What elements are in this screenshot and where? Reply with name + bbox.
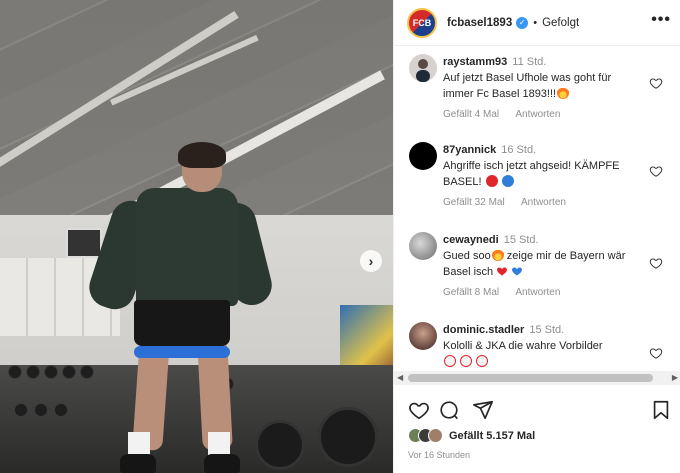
chevron-right-icon: › xyxy=(368,253,374,269)
post-photo: › xyxy=(0,0,393,473)
weight-plate xyxy=(318,407,378,467)
comment-likes[interactable]: Gefällt 32 Mal xyxy=(443,197,505,208)
clown-face-icon xyxy=(444,355,456,367)
more-options-icon[interactable]: ••• xyxy=(651,11,671,29)
athlete-shoe xyxy=(204,454,240,473)
commenter-avatar[interactable] xyxy=(409,232,437,260)
share-paper-plane-icon[interactable] xyxy=(472,399,494,421)
reply-button[interactable]: Antworten xyxy=(515,109,560,120)
next-photo-button[interactable]: › xyxy=(360,250,382,272)
comment-time: 16 Std. xyxy=(501,144,537,156)
comment-body: 87yannick 16 Std. Ahgriffe isch jetzt ah… xyxy=(443,142,643,208)
like-heart-icon[interactable] xyxy=(408,399,430,421)
commenter-avatar[interactable] xyxy=(409,54,437,82)
comment-text: Kololli & JKA die wahre Vorbilder xyxy=(443,340,603,352)
dumbbell xyxy=(54,403,68,417)
resistance-band xyxy=(134,346,230,358)
scroll-left-arrow-icon[interactable]: ◀ xyxy=(397,373,403,382)
like-comment-heart-icon[interactable] xyxy=(649,256,663,270)
comment-text: Ahgriffe isch jetzt ahgseid! KÄMPFE BASE… xyxy=(443,160,620,188)
red-heart-icon xyxy=(497,267,508,276)
comment-time: 11 Std. xyxy=(512,56,547,68)
comment-body: raystamm93 11 Std. Auf jetzt Basel Ufhol… xyxy=(443,54,643,120)
athlete xyxy=(84,140,276,473)
liker-avatar xyxy=(428,428,443,443)
weight-plate xyxy=(255,420,305,470)
like-comment-heart-icon[interactable] xyxy=(649,164,663,178)
scroll-thumb[interactable] xyxy=(408,374,653,382)
comment-username[interactable]: raystamm93 xyxy=(443,56,507,68)
verified-badge-icon: ✓ xyxy=(516,16,529,29)
like-comment-heart-icon[interactable] xyxy=(649,346,663,360)
comment-time: 15 Std. xyxy=(503,234,539,246)
clown-face-icon xyxy=(460,355,473,367)
likes-summary[interactable]: Gefällt 5.157 Mal xyxy=(408,428,535,443)
post-side-panel: FCB fcbasel1893 ✓ • Gefolgt ••• raystamm… xyxy=(393,0,680,473)
separator-dot: • xyxy=(533,16,538,29)
post-header: FCB fcbasel1893 ✓ • Gefolgt ••• xyxy=(394,0,680,46)
header-username[interactable]: fcbasel1893 xyxy=(447,17,512,29)
comment-likes[interactable]: Gefällt 4 Mal xyxy=(443,109,499,120)
comment-text: Auf jetzt Basel Ufhole was goht für imme… xyxy=(443,72,612,100)
athlete-shorts xyxy=(134,300,230,346)
athlete-hair xyxy=(178,142,226,168)
blue-circle-icon xyxy=(501,175,514,187)
like-comment-heart-icon[interactable] xyxy=(649,76,663,90)
blue-heart-icon xyxy=(512,267,523,276)
athlete-shoe xyxy=(120,454,156,473)
scroll-right-arrow-icon[interactable]: ▶ xyxy=(672,373,678,382)
dumbbell xyxy=(14,403,28,417)
dumbbell xyxy=(44,365,58,379)
dumbbell xyxy=(80,365,94,379)
comment-body: cewaynedi 15 Std. Gued soo zeige mir de … xyxy=(443,232,643,298)
dumbbell xyxy=(26,365,40,379)
horizontal-scrollbar[interactable]: ◀ ▶ xyxy=(394,371,680,385)
commenter-avatar[interactable] xyxy=(409,142,437,170)
athlete-sock xyxy=(208,432,230,456)
avatar[interactable]: FCB xyxy=(407,7,437,38)
club-logo: FCB xyxy=(412,17,432,28)
bookmark-icon[interactable] xyxy=(650,399,672,421)
following-button[interactable]: Gefolgt xyxy=(542,17,579,29)
comment-likes[interactable]: Gefällt 8 Mal xyxy=(443,287,499,298)
dumbbell xyxy=(8,365,22,379)
comment-body: dominic.stadler 15 Std. Kololli & JKA di… xyxy=(443,322,643,370)
comment-text-start: Gued soo xyxy=(443,250,491,262)
post-actions xyxy=(408,399,669,421)
dumbbell xyxy=(34,403,48,417)
comment-username[interactable]: dominic.stadler xyxy=(443,324,524,336)
athlete-shirt xyxy=(136,188,238,306)
commenter-avatar[interactable] xyxy=(409,322,437,350)
comment-username[interactable]: cewaynedi xyxy=(443,234,499,246)
comment-username[interactable]: 87yannick xyxy=(443,144,496,156)
fire-icon xyxy=(491,249,504,261)
red-circle-icon xyxy=(485,175,498,187)
likes-count[interactable]: Gefällt 5.157 Mal xyxy=(449,430,535,442)
fire-icon xyxy=(557,87,570,99)
post-timestamp: Vor 16 Stunden xyxy=(408,450,471,460)
reply-button[interactable]: Antworten xyxy=(521,197,566,208)
comment-list[interactable]: raystamm93 11 Std. Auf jetzt Basel Ufhol… xyxy=(394,46,680,371)
comment-time: 15 Std. xyxy=(529,324,565,336)
comment-bubble-icon[interactable] xyxy=(438,399,460,421)
dumbbell xyxy=(62,365,76,379)
clown-face-icon xyxy=(476,355,489,367)
athlete-sock xyxy=(128,432,150,456)
reply-button[interactable]: Antworten xyxy=(515,287,560,298)
